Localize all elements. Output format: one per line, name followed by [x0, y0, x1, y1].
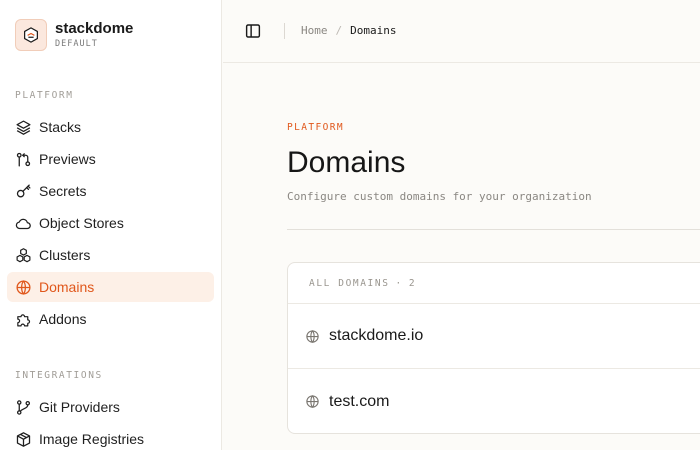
page-eyebrow: PLATFORM — [287, 122, 344, 133]
sidebar-item-secrets[interactable]: Secrets — [7, 176, 214, 206]
key-icon — [16, 183, 31, 197]
breadcrumb: Home / Domains — [301, 24, 396, 37]
divider — [287, 229, 700, 230]
sidebar: stackdome DEFAULT PLATFORM Stacks Previe… — [0, 0, 222, 450]
sidebar-item-label: Clusters — [39, 247, 91, 263]
list-header-separator: · — [395, 278, 403, 289]
breadcrumb-home-link[interactable]: Home — [301, 24, 328, 37]
sidebar-item-addons[interactable]: Addons — [7, 304, 214, 334]
layers-icon — [16, 119, 31, 135]
sidebar-item-image-registries[interactable]: Image Registries — [7, 424, 214, 450]
sidebar-item-label: Git Providers — [39, 399, 120, 415]
sidebar-item-label: Object Stores — [39, 215, 124, 231]
sidebar-item-label: Secrets — [39, 183, 87, 199]
sidebar-item-label: Image Registries — [39, 431, 145, 447]
sidebar-item-domains[interactable]: Domains — [7, 272, 214, 302]
top-bar: Home / Domains — [223, 0, 700, 63]
domain-name: test.com — [329, 392, 390, 410]
sidebar-item-clusters[interactable]: Clusters — [7, 240, 214, 270]
page-title: Domains — [287, 146, 406, 179]
domain-row[interactable]: test.com — [288, 369, 700, 433]
puzzle-icon — [17, 313, 31, 326]
list-header-label: ALL DOMAINS — [309, 278, 390, 289]
domain-count: 2 — [408, 278, 417, 289]
page-description: Configure custom domains for your organi… — [287, 190, 592, 203]
git-pull-request-icon — [16, 152, 31, 167]
sidebar-item-previews[interactable]: Previews — [7, 144, 214, 174]
sidebar-item-label: Domains — [39, 279, 95, 295]
sidebar-item-label: Previews — [39, 151, 96, 167]
breadcrumb-current: Domains — [350, 24, 397, 37]
domains-list-header: ALL DOMAINS · 2 — [288, 263, 700, 304]
workspace-name: DEFAULT — [55, 39, 98, 49]
cloud-icon — [15, 218, 31, 229]
package-icon — [16, 431, 31, 447]
domain-name: stackdome.io — [329, 327, 424, 344]
brand-name: stackdome — [55, 20, 134, 37]
domain-row[interactable]: stackdome.io — [288, 304, 700, 369]
platform-section-label: PLATFORM — [15, 90, 74, 101]
sidebar-item-git-providers[interactable]: Git Providers — [7, 392, 214, 422]
breadcrumb-separator: / — [335, 24, 343, 37]
git-branch-icon — [16, 399, 31, 415]
sidebar-item-label: Addons — [39, 311, 87, 327]
workspace-switcher[interactable]: stackdome DEFAULT — [15, 18, 133, 52]
stackdome-logo — [15, 19, 47, 51]
boxes-icon — [16, 247, 31, 262]
globe-icon — [306, 329, 319, 343]
integrations-section-label: INTEGRATIONS — [15, 370, 103, 381]
globe-icon — [306, 395, 319, 408]
sidebar-item-stacks[interactable]: Stacks — [7, 112, 214, 142]
divider — [284, 23, 285, 39]
domains-list-card: ALL DOMAINS · 2 stackdome.io test.com — [287, 262, 700, 434]
sidebar-item-object-stores[interactable]: Object Stores — [7, 208, 214, 238]
sidebar-item-label: Stacks — [39, 119, 82, 135]
sidebar-toggle-icon[interactable] — [244, 22, 262, 40]
globe-icon — [16, 279, 31, 295]
